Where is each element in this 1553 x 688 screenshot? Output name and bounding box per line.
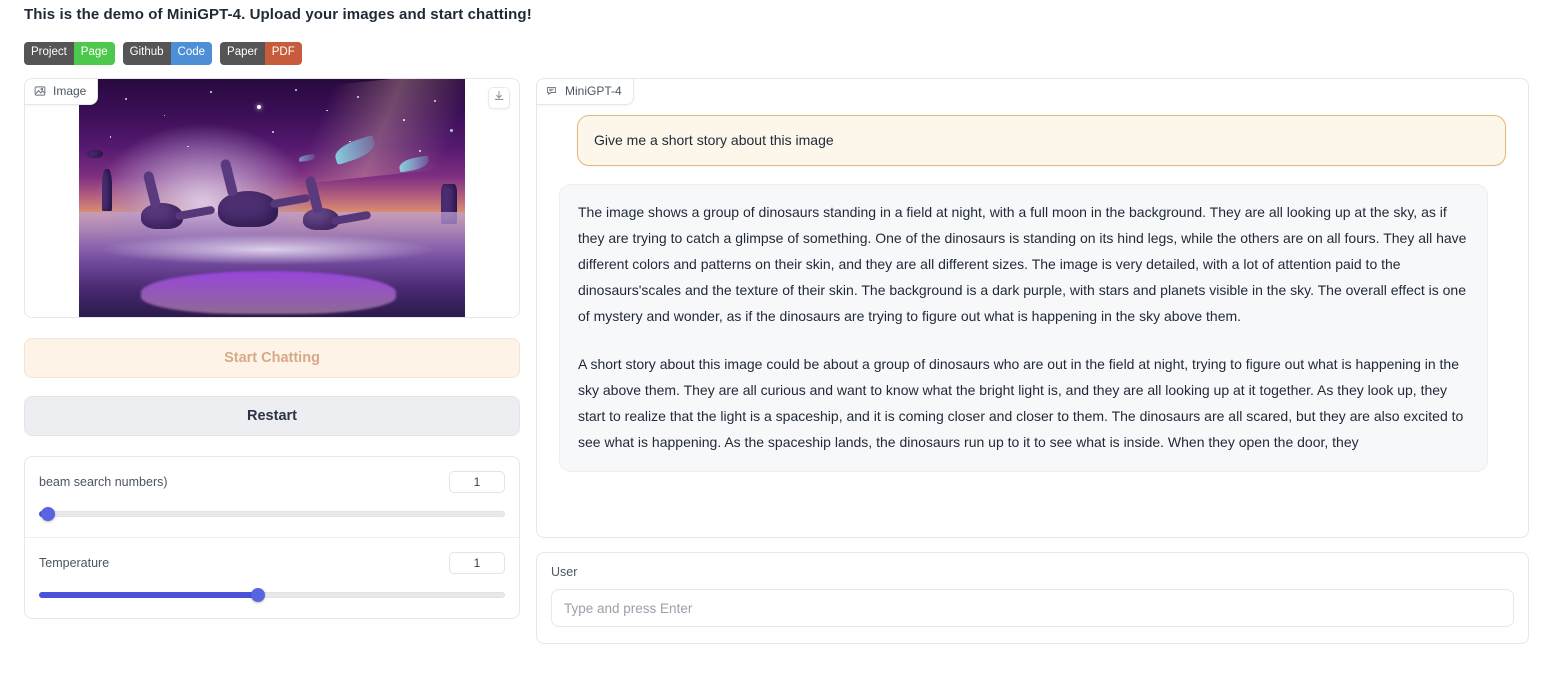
right-column: MiniGPT-4 Give me a short story about th… [536,78,1529,644]
slider-label-beam-search: beam search numbers) [39,475,168,489]
user-input-field[interactable] [551,589,1514,627]
user-input-panel: User [536,552,1529,644]
comet-trail [206,79,465,193]
slider-track-beam-search[interactable] [39,507,505,521]
bot-paragraph-2: A short story about this image could be … [578,356,1464,451]
slider-header: Temperature 1 [39,552,505,574]
tab-image-label: Image [53,84,87,98]
badge-right-label: Code [170,42,213,65]
start-chatting-button[interactable]: Start Chatting [24,338,520,378]
dinosaur [140,202,183,229]
lake-reflection [140,271,396,314]
user-input-label: User [551,565,578,579]
slider-knob-temperature[interactable] [251,588,266,602]
dinosaur [217,190,278,227]
download-icon [493,89,505,107]
page-title: This is the demo of MiniGPT-4. Upload yo… [24,6,532,23]
badge-left-label: Paper [220,42,265,65]
tab-image[interactable]: Image [25,79,99,105]
image-icon [34,85,46,97]
slider-temperature: Temperature 1 [25,537,519,618]
chat-bubble-icon [546,85,558,97]
left-column: Image Start Chatting Restart beam search… [24,78,520,619]
badge-right-label: PDF [264,42,302,65]
download-button[interactable] [488,87,510,109]
badge-left-label: Github [122,42,171,65]
badge-paper-pdf[interactable]: Paper PDF [220,42,302,65]
badge-right-label: Page [73,42,115,65]
badge-list: Project Page Github Code Paper PDF [24,42,302,65]
generation-settings-panel: beam search numbers) 1 Temperature 1 [24,456,520,619]
uploaded-artwork [79,79,465,317]
badge-left-label: Project [24,42,74,65]
chatbot-panel: MiniGPT-4 Give me a short story about th… [536,78,1529,538]
slider-beam-search: beam search numbers) 1 [25,457,519,537]
slider-track-bg [39,511,505,517]
slider-track-temperature[interactable] [39,588,505,602]
badge-github-code[interactable]: Github Code [122,42,213,65]
app-root: This is the demo of MiniGPT-4. Upload yo… [0,0,1553,688]
slider-knob-beam-search[interactable] [41,507,56,521]
slider-value-temperature[interactable]: 1 [449,552,505,574]
restart-button[interactable]: Restart [24,396,520,436]
mist [98,233,438,265]
chat-message-user: Give me a short story about this image [577,115,1506,166]
chat-message-bot: The image shows a group of dinosaurs sta… [559,184,1488,473]
badge-project-page[interactable]: Project Page [24,42,115,65]
dinosaur [302,207,339,230]
bot-paragraph-1: The image shows a group of dinosaurs sta… [578,204,1467,325]
slider-track-fill [39,592,259,598]
image-upload-panel[interactable]: Image [24,78,520,318]
tab-minigpt4-label: MiniGPT-4 [565,84,622,98]
slider-label-temperature: Temperature [39,556,110,570]
image-preview [25,79,519,317]
tab-minigpt4[interactable]: MiniGPT-4 [537,79,634,105]
slider-header: beam search numbers) 1 [39,471,505,493]
slider-value-beam-search[interactable]: 1 [449,471,505,493]
